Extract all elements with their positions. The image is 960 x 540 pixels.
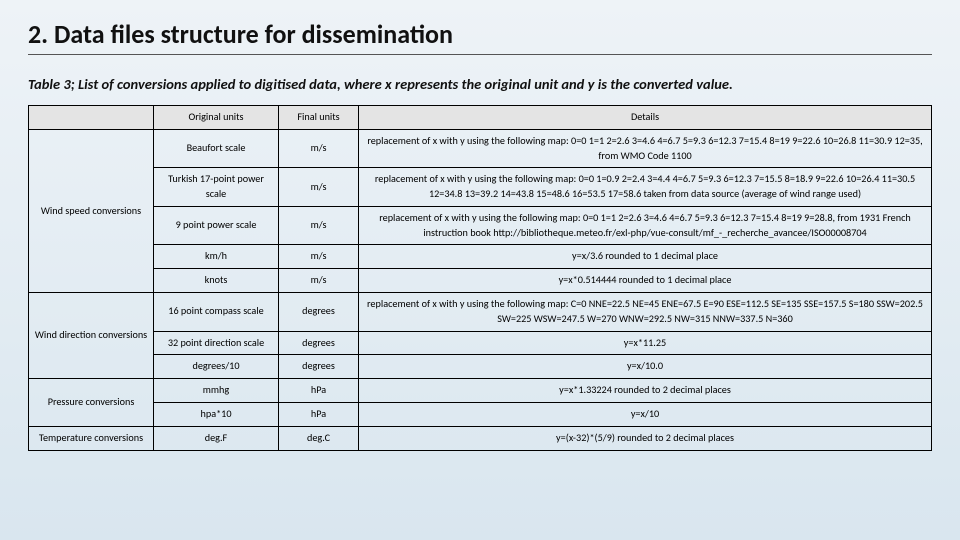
cell-orig: knots <box>154 269 279 293</box>
cell-orig: 9 point power scale <box>154 206 279 245</box>
table-row: Wind speed conversions Beaufort scale m/… <box>29 129 932 168</box>
category-winddir: Wind direction conversions <box>29 293 154 379</box>
table-row: knots m/s y=x*0.514444 rounded to 1 deci… <box>29 269 932 293</box>
cell-final: degrees <box>279 293 359 332</box>
cell-details: y=x/10.0 <box>359 355 932 379</box>
category-windspeed: Wind speed conversions <box>29 129 154 292</box>
cell-orig: Beaufort scale <box>154 129 279 168</box>
table-row: degrees/10 degrees y=x/10.0 <box>29 355 932 379</box>
table-row: km/h m/s y=x/3.6 rounded to 1 decimal pl… <box>29 245 932 269</box>
cell-details: y=(x-32)*(5/9) rounded to 2 decimal plac… <box>359 426 932 450</box>
conversions-table: Original units Final units Details Wind … <box>28 105 932 451</box>
table-row: Temperature conversions deg.F deg.C y=(x… <box>29 426 932 450</box>
cell-final: degrees <box>279 355 359 379</box>
category-temperature: Temperature conversions <box>29 426 154 450</box>
cell-details: replacement of x with y using the follow… <box>359 206 932 245</box>
cell-details: y=x*1.33224 rounded to 2 decimal places <box>359 379 932 403</box>
table-row: 32 point direction scale degrees y=x*11.… <box>29 331 932 355</box>
cell-orig: degrees/10 <box>154 355 279 379</box>
cell-final: m/s <box>279 269 359 293</box>
category-pressure: Pressure conversions <box>29 379 154 427</box>
table-caption: Table 3; List of conversions applied to … <box>28 75 932 93</box>
cell-details: y=x/3.6 rounded to 1 decimal place <box>359 245 932 269</box>
cell-final: m/s <box>279 129 359 168</box>
cell-orig: 32 point direction scale <box>154 331 279 355</box>
cell-details: y=x*11.25 <box>359 331 932 355</box>
table-row: 9 point power scale m/s replacement of x… <box>29 206 932 245</box>
table-row: hpa*10 hPa y=x/10 <box>29 402 932 426</box>
cell-final: m/s <box>279 245 359 269</box>
table-row: Pressure conversions mmhg hPa y=x*1.3322… <box>29 379 932 403</box>
page-title: 2. Data files structure for disseminatio… <box>28 18 932 50</box>
cell-orig: 16 point compass scale <box>154 293 279 332</box>
cell-final: m/s <box>279 206 359 245</box>
cell-details: replacement of x with y using the follow… <box>359 293 932 332</box>
header-details: Details <box>359 106 932 130</box>
cell-final: hPa <box>279 379 359 403</box>
cell-final: m/s <box>279 168 359 207</box>
cell-final: hPa <box>279 402 359 426</box>
cell-orig: hpa*10 <box>154 402 279 426</box>
cell-details: replacement of x with y using the follow… <box>359 168 932 207</box>
cell-details: replacement of x with y using the follow… <box>359 129 932 168</box>
table-row: Turkish 17-point power scale m/s replace… <box>29 168 932 207</box>
cell-orig: deg.F <box>154 426 279 450</box>
header-blank <box>29 106 154 130</box>
cell-final: deg.C <box>279 426 359 450</box>
cell-orig: Turkish 17-point power scale <box>154 168 279 207</box>
cell-final: degrees <box>279 331 359 355</box>
table-row: Wind direction conversions 16 point comp… <box>29 293 932 332</box>
cell-details: y=x*0.514444 rounded to 1 decimal place <box>359 269 932 293</box>
cell-details: y=x/10 <box>359 402 932 426</box>
header-original: Original units <box>154 106 279 130</box>
title-divider <box>28 54 932 55</box>
header-final: Final units <box>279 106 359 130</box>
table-header-row: Original units Final units Details <box>29 106 932 130</box>
cell-orig: km/h <box>154 245 279 269</box>
cell-orig: mmhg <box>154 379 279 403</box>
